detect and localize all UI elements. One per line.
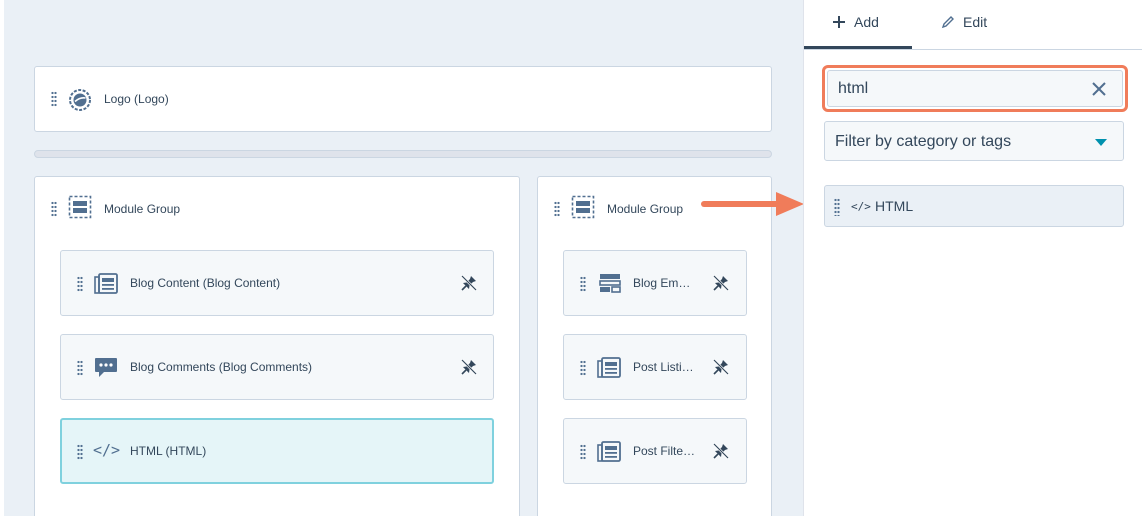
drag-handle-icon[interactable]: [51, 91, 57, 107]
blog-content-module[interactable]: Blog Content (Blog Content): [60, 250, 494, 316]
module-group-right[interactable]: Module Group Blog Em… Post Listi… Post F…: [537, 176, 772, 516]
post-filter-module[interactable]: Post Filte…: [563, 418, 747, 484]
code-icon: </>: [93, 441, 121, 459]
search-box: [827, 70, 1123, 107]
drag-handle-icon[interactable]: [580, 360, 586, 376]
section-divider: [34, 150, 772, 158]
drag-handle-icon[interactable]: [77, 360, 83, 376]
blog-content-icon: [597, 357, 621, 378]
module-label: HTML (HTML): [130, 444, 207, 458]
drag-handle-icon[interactable]: [580, 276, 586, 292]
pin-off-icon[interactable]: [460, 274, 478, 292]
editor-canvas: Logo (Logo) Module Group Blog Content (B…: [0, 0, 803, 516]
annotation-arrow-icon: [701, 192, 804, 216]
drag-handle-icon[interactable]: [77, 444, 83, 460]
module-label: Blog Comments (Blog Comments): [130, 360, 313, 374]
tab-edit-label: Edit: [963, 14, 988, 30]
code-icon: </>: [851, 200, 871, 213]
module-group-icon: [571, 195, 595, 219]
blog-content-icon: [94, 273, 118, 294]
module-group-left[interactable]: Module Group Blog Content (Blog Content): [34, 176, 520, 516]
module-label: Blog Em…: [633, 276, 691, 290]
filter-dropdown[interactable]: Filter by category or tags: [824, 121, 1124, 161]
module-group-label: Module Group: [104, 202, 181, 216]
close-icon[interactable]: [1090, 80, 1108, 98]
drag-handle-icon[interactable]: [51, 201, 57, 217]
drag-handle-icon[interactable]: [834, 198, 840, 216]
pin-off-icon[interactable]: [712, 442, 730, 460]
tab-add-label: Add: [854, 14, 879, 30]
tab-edit[interactable]: Edit: [941, 14, 987, 30]
logo-module-label: Logo (Logo): [104, 92, 169, 106]
drag-handle-icon[interactable]: [77, 276, 83, 292]
pencil-icon: [941, 16, 954, 29]
drag-handle-icon[interactable]: [554, 201, 560, 217]
post-listing-module[interactable]: Post Listi…: [563, 334, 747, 400]
filter-dropdown-label: Filter by category or tags: [835, 133, 1012, 150]
tab-add[interactable]: Add: [832, 14, 879, 30]
caret-down-icon: [1095, 139, 1107, 146]
pin-off-icon[interactable]: [460, 358, 478, 376]
module-group-icon: [68, 195, 92, 219]
pin-off-icon[interactable]: [712, 274, 730, 292]
module-panel: Add Edit Filter by category or tags </> …: [803, 0, 1142, 516]
blog-comments-module[interactable]: Blog Comments (Blog Comments): [60, 334, 494, 400]
plus-icon: [833, 16, 845, 28]
html-module[interactable]: </> HTML (HTML): [60, 418, 494, 484]
drag-handle-icon[interactable]: [580, 444, 586, 460]
module-label: Post Listi…: [633, 360, 694, 374]
tabs-divider: [804, 49, 1142, 50]
search-input[interactable]: [838, 78, 1078, 100]
comments-icon: [95, 358, 117, 377]
logo-icon: [69, 89, 91, 111]
blog-email-icon: [599, 274, 621, 293]
logo-module[interactable]: Logo (Logo): [34, 66, 772, 132]
blog-content-icon: [597, 441, 621, 462]
search-result-label: HTML: [875, 198, 914, 214]
search-result-html[interactable]: </> HTML: [824, 185, 1124, 227]
module-group-label: Module Group: [607, 202, 684, 216]
active-tab-indicator: [804, 46, 912, 49]
pin-off-icon[interactable]: [712, 358, 730, 376]
module-label: Blog Content (Blog Content): [130, 276, 281, 290]
search-highlight: [822, 65, 1128, 112]
blog-email-module[interactable]: Blog Em…: [563, 250, 747, 316]
module-label: Post Filte…: [633, 444, 696, 458]
